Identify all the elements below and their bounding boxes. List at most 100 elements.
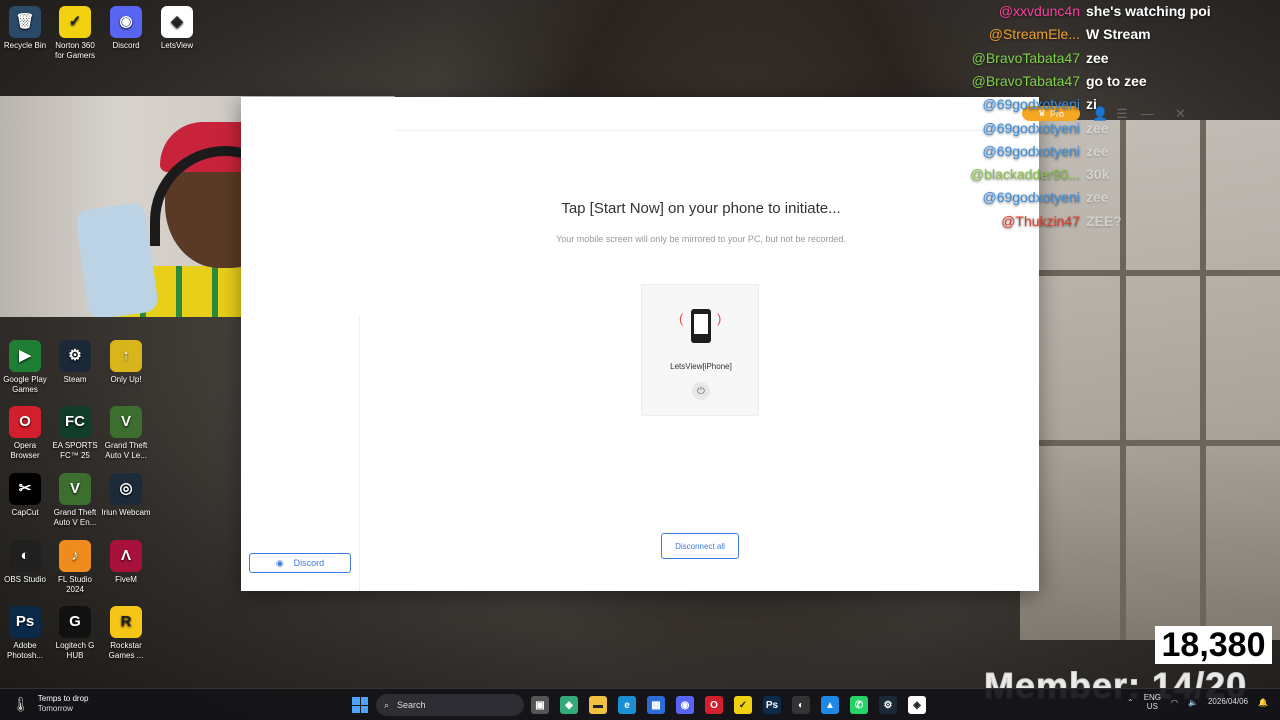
chat-text: zee	[1086, 142, 1109, 159]
desktop-icon-label: CapCut	[11, 508, 39, 517]
discord-taskbar-icon[interactable]: ◉	[676, 696, 694, 714]
whatsapp-icon[interactable]: ✆	[850, 696, 868, 714]
connection-title: Tap [Start Now] on your phone to initiat…	[561, 200, 841, 217]
photos-icon[interactable]: ▲	[821, 696, 839, 714]
desktop-icon-label: Rockstar Games ...	[108, 641, 144, 660]
desktop-icon-label: Google Play Games	[3, 375, 47, 394]
letsview-taskbar-icon[interactable]: ◈	[908, 696, 926, 714]
capcut-icon: ✂	[9, 473, 41, 505]
desktop-icon[interactable]: V Grand Theft Auto V En...	[50, 473, 100, 528]
desktop-icon[interactable]: ◈ LetsView	[152, 6, 202, 51]
desktop-icon-label: EA SPORTS FC™ 25	[52, 441, 98, 460]
rockstar-icon: R	[110, 606, 142, 638]
chat-username: @blackadder90...	[970, 166, 1080, 183]
desktop-icon[interactable]: ◐ OBS Studio	[0, 540, 50, 585]
fl-studio-icon: ♪	[59, 540, 91, 572]
phone-icon	[691, 309, 711, 343]
chat-username: @69godxotyeni	[982, 119, 1080, 136]
wifi-icon[interactable]: ◠	[1171, 698, 1178, 707]
desktop-icon[interactable]: FC EA SPORTS FC™ 25	[50, 406, 100, 461]
discord-icon: ◉	[110, 6, 142, 38]
obs-taskbar-icon[interactable]: ◐	[792, 696, 810, 714]
chat-text: zi	[1086, 96, 1097, 113]
taskbar-search[interactable]: ⌕ Search	[376, 694, 524, 716]
chat-username: @StreamEle...	[988, 26, 1080, 43]
desktop-icon[interactable]: G Logitech G HUB	[50, 606, 100, 661]
start-button[interactable]	[352, 697, 368, 713]
chat-text: ZEE?	[1086, 212, 1122, 229]
desktop-icon-label: Grand Theft Auto V En...	[53, 508, 97, 527]
norton-taskbar-icon[interactable]: ✓	[734, 696, 752, 714]
desktop-icon[interactable]: O Opera Browser	[0, 406, 50, 461]
task-view-icon[interactable]: ▣	[531, 696, 549, 714]
desktop-icon-label: Recycle Bin	[3, 41, 47, 50]
window-frame	[1020, 270, 1280, 276]
desktop-icon-label: OBS Studio	[4, 575, 46, 584]
desktop-icon[interactable]: ↑ Only Up!	[101, 340, 151, 385]
discord-icon: ◉	[275, 557, 284, 568]
close-button[interactable]: ✕	[1175, 106, 1186, 122]
chat-username: @69godxotyeni	[982, 189, 1080, 206]
desktop-icon[interactable]: V Grand Theft Auto V Le...	[101, 406, 151, 461]
thermometer-icon: 🌡	[12, 695, 30, 712]
desktop-icon[interactable]: ♪ FL Studio 2024	[50, 540, 100, 595]
desktop-icon-label: Steam	[63, 375, 87, 384]
file-explorer-icon[interactable]: ▬	[589, 696, 607, 714]
viewer-count: 18,380	[1155, 626, 1272, 664]
chat-username: @BravoTabata47	[971, 49, 1080, 66]
desktop-icon-label: Only Up!	[110, 375, 142, 384]
desktop-icon[interactable]: Ps Adobe Photosh...	[0, 606, 50, 661]
connection-subtitle: Your mobile screen will only be mirrored…	[556, 234, 846, 244]
language-code: ENG	[1143, 693, 1162, 702]
window-frame	[1020, 440, 1280, 446]
chevron-up-icon[interactable]: ⌃	[1127, 698, 1134, 707]
clock[interactable]: 2026/04/06	[1208, 697, 1248, 707]
desktop-icon-label: FiveM	[115, 575, 137, 584]
power-button[interactable]: ⏻	[692, 382, 710, 400]
weather-widget[interactable]: 🌡 Temps to drop Tomorrow	[12, 694, 88, 714]
desktop-icon-label: Discord	[112, 41, 140, 50]
signal-left-icon: (	[679, 311, 684, 326]
volume-icon[interactable]: 🔈	[1188, 698, 1198, 707]
gta-icon: V	[110, 406, 142, 438]
chat-username: @Thukzin47	[1001, 212, 1080, 229]
minimize-button[interactable]: —	[1141, 106, 1154, 121]
disconnect-all-button[interactable]: Disconnect all	[661, 533, 739, 559]
photoshop-icon: Ps	[9, 606, 41, 638]
notification-icon[interactable]: 🔔	[1258, 698, 1268, 707]
search-label: Search	[397, 700, 426, 710]
desktop-icon[interactable]: ✂ CapCut	[0, 473, 50, 518]
discord-button[interactable]: ◉ Discord	[249, 553, 351, 573]
menu-icon[interactable]: ☰	[1116, 106, 1128, 122]
device-name: LetsView[iPhone]	[670, 362, 732, 371]
desktop-icon[interactable]: 🗑 Recycle Bin	[0, 6, 50, 51]
desktop-icon[interactable]: R Rockstar Games ...	[101, 606, 151, 661]
window-frame	[1120, 120, 1126, 640]
desktop-icon-label: Iriun Webcam	[101, 508, 151, 517]
widgets-icon[interactable]: ◆	[560, 696, 578, 714]
opera-taskbar-icon[interactable]: O	[705, 696, 723, 714]
weather-line2: Tomorrow	[37, 704, 73, 713]
desktop-icon[interactable]: ◎ Iriun Webcam	[101, 473, 151, 518]
desktop-icon-label: Adobe Photosh...	[6, 641, 44, 660]
norton-icon: ✓	[59, 6, 91, 38]
desktop-icon[interactable]: ⚙ Steam	[50, 340, 100, 385]
language-indicator[interactable]: ENG US	[1144, 693, 1161, 711]
store-icon[interactable]: ▦	[647, 696, 665, 714]
signal-right-icon: )	[717, 311, 722, 326]
desktop-icon[interactable]: ✓ Norton 360 for Gamers	[50, 6, 100, 61]
desktop-icon-label: LetsView	[160, 41, 194, 50]
photoshop-taskbar-icon[interactable]: Ps	[763, 696, 781, 714]
device-card[interactable]: ( ) LetsView[iPhone] ⏻	[641, 284, 759, 416]
edge-icon[interactable]: e	[618, 696, 636, 714]
phone-in-hand	[74, 201, 160, 317]
desktop-icon-label: FL Studio 2024	[58, 575, 92, 594]
window-frame	[1200, 120, 1206, 640]
desktop-icon[interactable]: ◉ Discord	[101, 6, 151, 51]
chat-username: @xxvdunc4n	[998, 3, 1080, 19]
desktop-icon[interactable]: ▶ Google Play Games	[0, 340, 50, 395]
desktop-icon[interactable]: Λ FiveM	[101, 540, 151, 585]
desktop-icon-label: Logitech G HUB	[55, 641, 95, 660]
steam-taskbar-icon[interactable]: ⚙	[879, 696, 897, 714]
recycle-bin-icon: 🗑	[9, 6, 41, 38]
